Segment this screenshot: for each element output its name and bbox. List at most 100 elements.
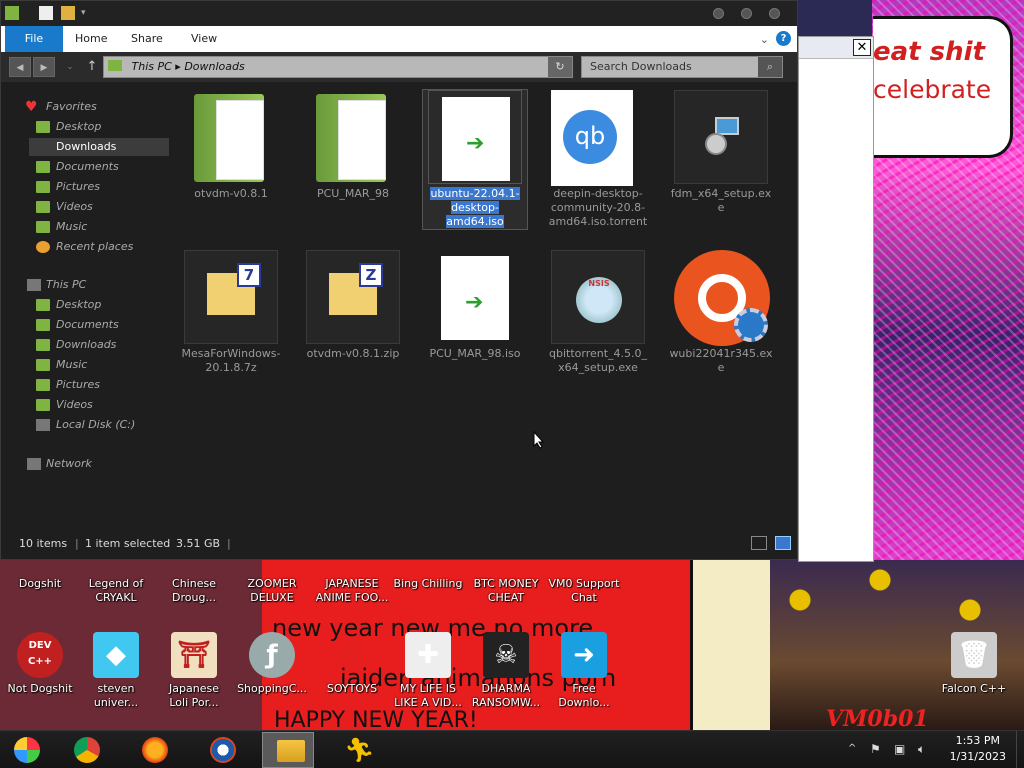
nav-pc-downloads[interactable]: Downloads (56, 336, 116, 354)
file-name-text: fdm_x64_setup.exe (670, 187, 772, 214)
desktop-shortcut[interactable]: 🗑︎ Falcon C++ (934, 632, 1014, 696)
torii-gate-icon: ⛩ (171, 632, 217, 678)
file-item[interactable]: otvdm-v0.8.1 (179, 90, 283, 201)
tab-share[interactable]: Share (131, 26, 163, 52)
file-thumbnail: Z (306, 250, 400, 344)
breadcrumb-root[interactable]: This PC (132, 60, 172, 73)
folder-icon (36, 181, 50, 193)
clock-date: 1/31/2023 (949, 750, 1006, 763)
file-item[interactable]: 7 MesaForWindows-20.1.8.7z (179, 250, 283, 375)
properties-icon[interactable] (39, 6, 53, 20)
recent-locations-icon[interactable]: ⌄ (59, 57, 81, 77)
close-icon[interactable]: ✕ (853, 39, 871, 56)
network-icon[interactable]: ▣ (894, 742, 905, 756)
desktop-shortcut[interactable]: ✚ MY LIFE IS LIKE A VID... (388, 632, 468, 710)
file-item[interactable]: PCU_MAR_98 (301, 90, 405, 201)
breadcrumb-current[interactable]: Downloads (184, 60, 244, 73)
desktop-shortcut[interactable]: ƒ ShoppingC... (232, 632, 312, 696)
desktop-shortcut-label: Dogshit (18, 577, 62, 590)
nav-pc-documents[interactable]: Documents (56, 316, 119, 334)
address-bar[interactable]: This PC ▸ Downloads ↻ (103, 56, 573, 78)
desktop-shortcut[interactable]: ◆ steven univer... (76, 632, 156, 710)
file-item[interactable]: qb deepin-desktop-community-20.8-amd64.i… (546, 90, 650, 229)
desktop-shortcut-label: Legend of (88, 577, 144, 590)
desktop-shortcut[interactable]: ☠ DHARMA RANSOMW... (466, 632, 546, 710)
desktop-shortcut[interactable]: Dogshit (0, 577, 80, 591)
diamond-icon: ◆ (93, 632, 139, 678)
back-button[interactable]: ◀ (9, 57, 31, 77)
desktop-shortcut[interactable]: DEV C++ Not Dogshit (0, 632, 80, 696)
desktop-shortcut[interactable]: ⛩ Japanese Loli Por... (154, 632, 234, 710)
file-item[interactable]: ➔ ubuntu-22.04.1-desktop-amd64.iso (422, 89, 528, 230)
desktop-shortcut[interactable]: Bing Chilling (388, 577, 468, 591)
file-name: deepin-desktop-community-20.8-amd64.iso.… (546, 187, 650, 229)
show-desktop-button[interactable] (1016, 731, 1024, 768)
file-thumbnail (674, 250, 770, 346)
file-item[interactable]: ➔ PCU_MAR_98.iso (423, 250, 527, 361)
file-item[interactable]: wubi22041r345.exe (669, 250, 773, 375)
clock[interactable]: 1:53 PM 1/31/2023 (950, 733, 1006, 765)
file-explorer-taskbar-button[interactable] (262, 732, 314, 768)
nav-fav-downloads[interactable]: Downloads (29, 138, 169, 156)
firefox-taskbar-button[interactable] (128, 732, 180, 768)
new-folder-icon[interactable] (61, 6, 75, 20)
nav-fav-pictures[interactable]: Pictures (56, 178, 100, 196)
nav-favorites[interactable]: Favorites (46, 98, 97, 116)
customize-toolbar-icon[interactable]: ▾ (81, 8, 95, 22)
file-item[interactable]: NSIS qbittorrent_4.5.0_x64_setup.exe (546, 250, 650, 375)
desktop-shortcut[interactable]: ➜ Free Downlo... (544, 632, 624, 710)
file-name-text: PCU_MAR_98.iso (429, 347, 521, 360)
desktop-shortcut-label-line2: univer... (93, 696, 139, 709)
desktop-shortcut-label: Falcon C++ (941, 682, 1007, 695)
nav-fav-music[interactable]: Music (56, 218, 87, 236)
action-center-flag-icon[interactable]: ⚑ (870, 742, 881, 756)
nav-fav-recent-places[interactable]: Recent places (56, 238, 133, 256)
details-view-icon[interactable] (751, 536, 767, 550)
maximize-button[interactable] (741, 8, 752, 19)
nav-pc-videos[interactable]: Videos (56, 396, 93, 414)
chrome-taskbar-button[interactable] (60, 732, 112, 768)
nav-pc-pictures[interactable]: Pictures (56, 376, 100, 394)
tray-expand-icon[interactable]: ^ (848, 743, 856, 754)
ubuntu-installer-icon (674, 250, 770, 346)
desktop-shortcut[interactable]: Legend of CRYAKL (76, 577, 156, 605)
nav-pc-local-disk-c-[interactable]: Local Disk (C:) (56, 416, 135, 434)
desktop-shortcut[interactable]: ZOOMER DELUXE (232, 577, 312, 605)
desktop-shortcut[interactable]: S SOYTOYS (312, 632, 392, 696)
nav-fav-desktop[interactable]: Desktop (56, 118, 101, 136)
file-explorer-window[interactable]: ▾ File Home Share View ⌄ ? ◀ ▶ ⌄ ↑ This … (0, 0, 798, 560)
tab-file[interactable]: File (5, 26, 63, 52)
close-button[interactable] (769, 8, 780, 19)
nav-fav-documents[interactable]: Documents (56, 158, 119, 176)
refresh-icon[interactable]: ↻ (548, 57, 572, 77)
up-arrow-icon[interactable]: ↑ (81, 57, 103, 77)
title-bar[interactable]: ▾ (1, 1, 797, 26)
chevron-down-icon[interactable]: ⌄ (760, 33, 769, 46)
forward-button[interactable]: ▶ (33, 57, 55, 77)
search-icon[interactable]: ⌕ (758, 57, 782, 77)
tab-view[interactable]: View (191, 26, 217, 52)
aim-running-man-taskbar-button[interactable]: 🏃︎ (330, 732, 382, 768)
desktop-shortcut[interactable]: BTC MONEY CHEAT (466, 577, 546, 605)
desktop-shortcut[interactable]: VM0 Support Chat (544, 577, 624, 605)
file-item[interactable]: fdm_x64_setup.exe (669, 90, 773, 215)
nav-pc-music[interactable]: Music (56, 356, 87, 374)
background-dialog-window[interactable]: ✕ (798, 36, 874, 562)
search-input[interactable]: Search Downloads ⌕ (581, 56, 783, 78)
desktop-shortcut[interactable]: Chinese Droug... (154, 577, 234, 605)
folder-icon (36, 399, 50, 411)
nav-pc-desktop[interactable]: Desktop (56, 296, 101, 314)
nav-fav-videos[interactable]: Videos (56, 198, 93, 216)
start-orb-taskbar-button[interactable] (0, 732, 52, 768)
minimize-button[interactable] (713, 8, 724, 19)
desktop-shortcut[interactable]: JAPANESE ANIME FOO... (312, 577, 392, 605)
nav-this-pc[interactable]: This PC (46, 276, 86, 294)
help-icon[interactable]: ? (776, 31, 791, 46)
tab-home[interactable]: Home (75, 26, 107, 52)
large-icons-view-icon[interactable] (775, 536, 791, 550)
nav-network[interactable]: Network (46, 455, 92, 473)
obama-logo-taskbar-button[interactable] (196, 732, 248, 768)
file-thumbnail: qb (551, 90, 645, 186)
volume-icon[interactable]: 🔈︎ (918, 742, 925, 757)
file-item[interactable]: Z otvdm-v0.8.1.zip (301, 250, 405, 361)
